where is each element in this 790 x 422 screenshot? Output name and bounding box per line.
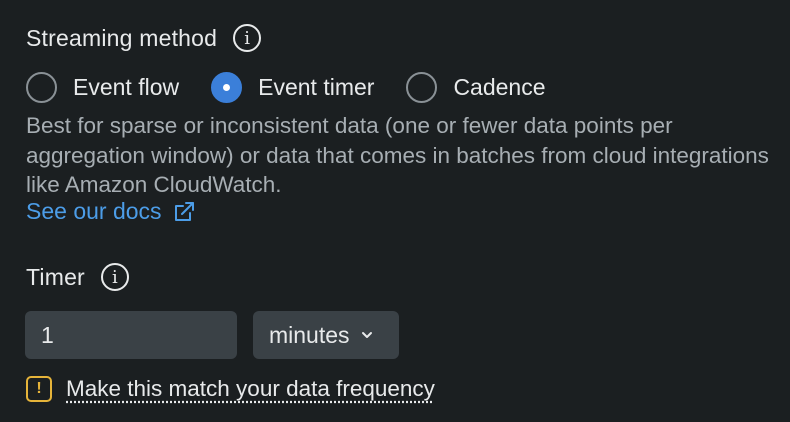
streaming-method-radio-group: Event flow Event timer Cadence xyxy=(26,72,578,103)
radio-label: Event flow xyxy=(73,74,180,100)
see-docs-link[interactable]: See our docs xyxy=(26,198,196,225)
radio-label: Event timer xyxy=(258,74,375,100)
streaming-method-label: Streaming method xyxy=(26,24,218,51)
radio-checked-icon[interactable] xyxy=(211,72,243,103)
timer-header: Timer i xyxy=(26,263,129,291)
warning-icon: ! xyxy=(26,376,52,402)
radio-unchecked-icon[interactable] xyxy=(26,72,57,103)
chevron-down-icon[interactable] xyxy=(360,328,374,342)
data-frequency-warning: ! Make this match your data frequency xyxy=(26,376,435,402)
warning-text[interactable]: Make this match your data frequency xyxy=(66,376,435,402)
radio-label: Cadence xyxy=(453,74,546,100)
radio-event-flow[interactable]: Event flow xyxy=(26,72,179,103)
external-link-icon[interactable] xyxy=(172,200,196,224)
info-icon[interactable]: i xyxy=(233,24,262,52)
radio-unchecked-icon[interactable] xyxy=(406,72,438,103)
streaming-method-header: Streaming method i xyxy=(26,24,262,52)
info-icon[interactable]: i xyxy=(100,263,129,291)
timer-value[interactable]: 1 xyxy=(41,322,54,349)
streaming-method-description: Best for sparse or inconsistent data (on… xyxy=(26,113,769,197)
timer-label: Timer xyxy=(26,263,85,290)
timer-value-input[interactable]: 1 xyxy=(25,311,237,359)
docs-link-label[interactable]: See our docs xyxy=(26,198,162,225)
radio-event-timer[interactable]: Event timer xyxy=(211,72,374,103)
timer-unit-select[interactable]: minutes xyxy=(253,311,399,359)
radio-cadence[interactable]: Cadence xyxy=(406,72,546,103)
timer-unit-value[interactable]: minutes xyxy=(269,322,350,349)
